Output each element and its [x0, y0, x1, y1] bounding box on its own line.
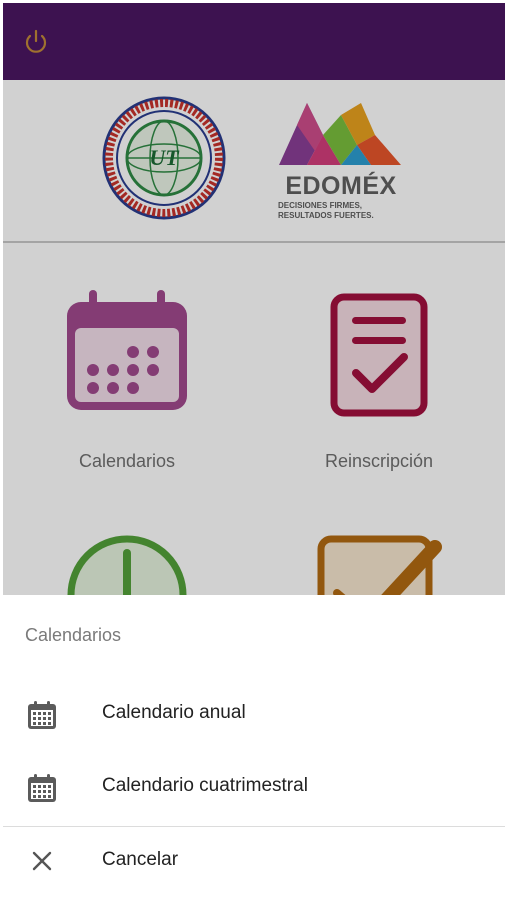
sheet-item-calendario-anual[interactable]: Calendario anual	[3, 680, 505, 750]
sheet-item-label: Calendario cuatrimestral	[102, 775, 308, 796]
sheet-item-label: Calendario anual	[102, 702, 246, 723]
cancel-button[interactable]: Cancelar	[3, 827, 505, 897]
app-screen: UT EDOMÉX DECISIONES FIRMES, RESULTADOS …	[3, 3, 505, 900]
calendar-grid-icon	[28, 701, 56, 729]
cancel-label: Cancelar	[102, 849, 179, 870]
sheet-item-calendario-cuatrimestral[interactable]: Calendario cuatrimestral	[3, 753, 505, 823]
calendar-grid-icon	[28, 774, 56, 802]
close-icon	[32, 851, 52, 871]
sheet-title: Calendarios	[25, 625, 122, 645]
bottom-sheet: Calendarios Calendario anual Calendario …	[3, 595, 505, 900]
